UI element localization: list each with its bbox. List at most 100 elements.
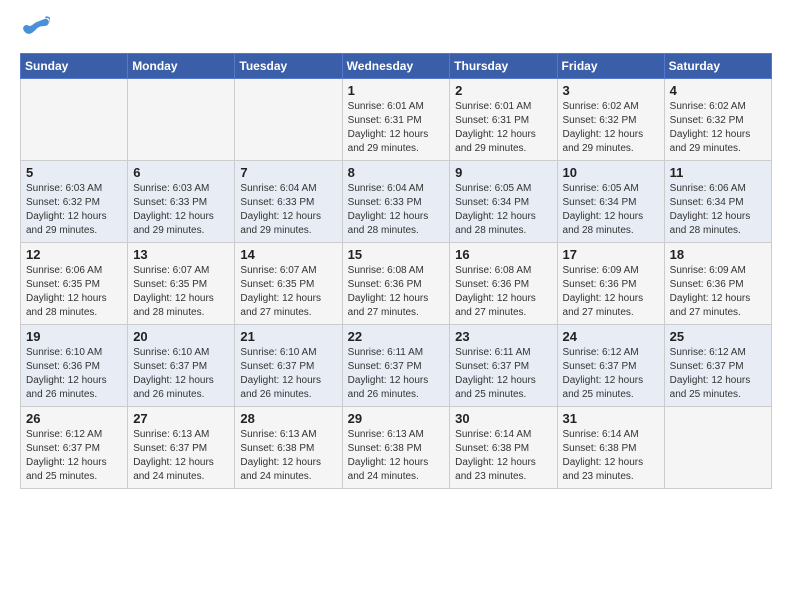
day-number: 13 (133, 247, 229, 262)
day-number: 20 (133, 329, 229, 344)
day-number: 31 (563, 411, 659, 426)
day-info: Sunrise: 6:11 AM Sunset: 6:37 PM Dayligh… (455, 346, 551, 402)
day-info: Sunrise: 6:11 AM Sunset: 6:37 PM Dayligh… (348, 346, 445, 402)
calendar-cell (128, 79, 235, 161)
calendar-cell: 29Sunrise: 6:13 AM Sunset: 6:38 PM Dayli… (342, 407, 450, 489)
day-info: Sunrise: 6:04 AM Sunset: 6:33 PM Dayligh… (240, 182, 336, 238)
calendar-cell: 21 Sunrise: 6:10 AM Sunset: 6:37 PM Dayli… (235, 325, 342, 407)
day-info: Sunrise: 6:05 AM Sunset: 6:34 PM Dayligh… (563, 182, 659, 238)
day-number: 9 (455, 165, 551, 180)
day-info: Sunrise: 6:01 AM Sunset: 6:31 PM Dayligh… (455, 100, 551, 156)
calendar-cell: 20 Sunrise: 6:10 AM Sunset: 6:37 PM Dayli… (128, 325, 235, 407)
day-info: Sunrise: 6:10 AM Sunset: 6:37 PM Dayligh… (240, 346, 336, 402)
calendar-cell: 7 Sunrise: 6:04 AM Sunset: 6:33 PM Daylig… (235, 161, 342, 243)
calendar-cell (235, 79, 342, 161)
day-number: 23 (455, 329, 551, 344)
calendar-cell: 15Sunrise: 6:08 AM Sunset: 6:36 PM Dayli… (342, 243, 450, 325)
day-number: 15 (348, 247, 445, 262)
day-number: 6 (133, 165, 229, 180)
calendar-cell: 22Sunrise: 6:11 AM Sunset: 6:37 PM Dayli… (342, 325, 450, 407)
weekday-header-wednesday: Wednesday (342, 54, 450, 79)
day-number: 21 (240, 329, 336, 344)
calendar-cell: 26Sunrise: 6:12 AM Sunset: 6:37 PM Dayli… (21, 407, 128, 489)
weekday-header-tuesday: Tuesday (235, 54, 342, 79)
calendar-cell: 18 Sunrise: 6:09 AM Sunset: 6:36 PM Dayli… (664, 243, 771, 325)
calendar-cell: 17 Sunrise: 6:09 AM Sunset: 6:36 PM Dayli… (557, 243, 664, 325)
week-row-1: 1 Sunrise: 6:01 AM Sunset: 6:31 PM Daylig… (21, 79, 772, 161)
week-row-5: 26Sunrise: 6:12 AM Sunset: 6:37 PM Dayli… (21, 407, 772, 489)
day-number: 25 (670, 329, 766, 344)
day-info: Sunrise: 6:09 AM Sunset: 6:36 PM Dayligh… (670, 264, 766, 320)
day-number: 5 (26, 165, 122, 180)
calendar-cell: 30 Sunrise: 6:14 AM Sunset: 6:38 PM Dayli… (450, 407, 557, 489)
day-number: 30 (455, 411, 551, 426)
day-number: 1 (348, 83, 445, 98)
calendar-cell: 2 Sunrise: 6:01 AM Sunset: 6:31 PM Daylig… (450, 79, 557, 161)
calendar-cell: 16Sunrise: 6:08 AM Sunset: 6:36 PM Dayli… (450, 243, 557, 325)
calendar-cell: 4 Sunrise: 6:02 AM Sunset: 6:32 PM Daylig… (664, 79, 771, 161)
day-number: 3 (563, 83, 659, 98)
week-row-2: 5 Sunrise: 6:03 AM Sunset: 6:32 PM Daylig… (21, 161, 772, 243)
calendar-cell: 27Sunrise: 6:13 AM Sunset: 6:37 PM Dayli… (128, 407, 235, 489)
day-info: Sunrise: 6:14 AM Sunset: 6:38 PM Dayligh… (563, 428, 659, 484)
day-info: Sunrise: 6:02 AM Sunset: 6:32 PM Dayligh… (563, 100, 659, 156)
day-number: 28 (240, 411, 336, 426)
day-number: 19 (26, 329, 122, 344)
calendar-cell: 14 Sunrise: 6:07 AM Sunset: 6:35 PM Dayli… (235, 243, 342, 325)
day-number: 16 (455, 247, 551, 262)
calendar: SundayMondayTuesdayWednesdayThursdayFrid… (20, 53, 772, 489)
day-number: 2 (455, 83, 551, 98)
calendar-cell: 10 Sunrise: 6:05 AM Sunset: 6:34 PM Dayli… (557, 161, 664, 243)
day-number: 18 (670, 247, 766, 262)
calendar-cell: 23 Sunrise: 6:11 AM Sunset: 6:37 PM Dayli… (450, 325, 557, 407)
day-info: Sunrise: 6:10 AM Sunset: 6:36 PM Dayligh… (26, 346, 122, 402)
day-info: Sunrise: 6:10 AM Sunset: 6:37 PM Dayligh… (133, 346, 229, 402)
day-info: Sunrise: 6:09 AM Sunset: 6:36 PM Dayligh… (563, 264, 659, 320)
calendar-cell: 5 Sunrise: 6:03 AM Sunset: 6:32 PM Daylig… (21, 161, 128, 243)
day-info: Sunrise: 6:07 AM Sunset: 6:35 PM Dayligh… (240, 264, 336, 320)
day-info: Sunrise: 6:03 AM Sunset: 6:33 PM Dayligh… (133, 182, 229, 238)
calendar-cell: 8Sunrise: 6:04 AM Sunset: 6:33 PM Daylig… (342, 161, 450, 243)
day-info: Sunrise: 6:12 AM Sunset: 6:37 PM Dayligh… (563, 346, 659, 402)
day-info: Sunrise: 6:12 AM Sunset: 6:37 PM Dayligh… (670, 346, 766, 402)
calendar-cell: 11 Sunrise: 6:06 AM Sunset: 6:34 PM Dayli… (664, 161, 771, 243)
day-number: 7 (240, 165, 336, 180)
calendar-cell: 25 Sunrise: 6:12 AM Sunset: 6:37 PM Dayli… (664, 325, 771, 407)
weekday-header-row: SundayMondayTuesdayWednesdayThursdayFrid… (21, 54, 772, 79)
calendar-cell: 1Sunrise: 6:01 AM Sunset: 6:31 PM Daylig… (342, 79, 450, 161)
weekday-header-friday: Friday (557, 54, 664, 79)
calendar-cell: 6 Sunrise: 6:03 AM Sunset: 6:33 PM Daylig… (128, 161, 235, 243)
day-number: 10 (563, 165, 659, 180)
day-number: 24 (563, 329, 659, 344)
calendar-cell: 19 Sunrise: 6:10 AM Sunset: 6:36 PM Dayli… (21, 325, 128, 407)
weekday-header-saturday: Saturday (664, 54, 771, 79)
day-info: Sunrise: 6:03 AM Sunset: 6:32 PM Dayligh… (26, 182, 122, 238)
weekday-header-sunday: Sunday (21, 54, 128, 79)
day-number: 17 (563, 247, 659, 262)
page: SundayMondayTuesdayWednesdayThursdayFrid… (0, 0, 792, 505)
calendar-cell: 24 Sunrise: 6:12 AM Sunset: 6:37 PM Dayli… (557, 325, 664, 407)
calendar-cell: 13Sunrise: 6:07 AM Sunset: 6:35 PM Dayli… (128, 243, 235, 325)
day-number: 8 (348, 165, 445, 180)
day-number: 4 (670, 83, 766, 98)
day-number: 14 (240, 247, 336, 262)
day-info: Sunrise: 6:06 AM Sunset: 6:34 PM Dayligh… (670, 182, 766, 238)
weekday-header-monday: Monday (128, 54, 235, 79)
day-number: 11 (670, 165, 766, 180)
calendar-cell: 12Sunrise: 6:06 AM Sunset: 6:35 PM Dayli… (21, 243, 128, 325)
header (20, 16, 772, 43)
day-number: 26 (26, 411, 122, 426)
day-info: Sunrise: 6:13 AM Sunset: 6:37 PM Dayligh… (133, 428, 229, 484)
calendar-cell (664, 407, 771, 489)
calendar-cell: 9 Sunrise: 6:05 AM Sunset: 6:34 PM Daylig… (450, 161, 557, 243)
day-info: Sunrise: 6:13 AM Sunset: 6:38 PM Dayligh… (240, 428, 336, 484)
day-number: 29 (348, 411, 445, 426)
logo (20, 16, 52, 43)
calendar-cell: 3 Sunrise: 6:02 AM Sunset: 6:32 PM Daylig… (557, 79, 664, 161)
day-info: Sunrise: 6:06 AM Sunset: 6:35 PM Dayligh… (26, 264, 122, 320)
week-row-4: 19 Sunrise: 6:10 AM Sunset: 6:36 PM Dayli… (21, 325, 772, 407)
day-info: Sunrise: 6:05 AM Sunset: 6:34 PM Dayligh… (455, 182, 551, 238)
calendar-cell: 31 Sunrise: 6:14 AM Sunset: 6:38 PM Dayli… (557, 407, 664, 489)
day-info: Sunrise: 6:02 AM Sunset: 6:32 PM Dayligh… (670, 100, 766, 156)
day-info: Sunrise: 6:14 AM Sunset: 6:38 PM Dayligh… (455, 428, 551, 484)
